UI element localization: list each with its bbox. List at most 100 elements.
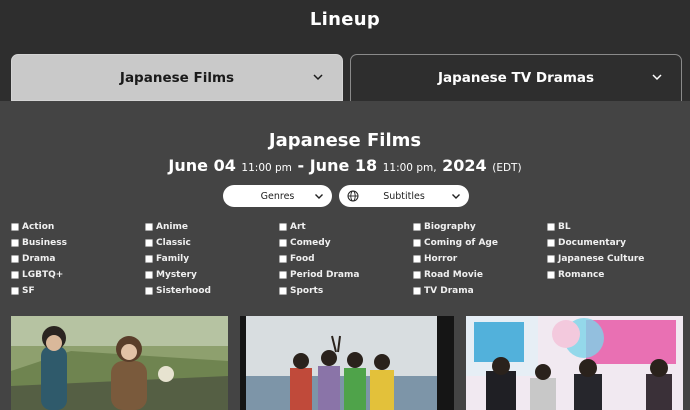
genre-option[interactable]: Sisterhood	[145, 285, 211, 297]
page-header: Lineup	[0, 0, 690, 54]
genre-checkbox[interactable]	[279, 287, 287, 295]
genre-option[interactable]: Documentary	[547, 237, 626, 249]
genre-label: SF	[22, 286, 35, 296]
genre-option[interactable]: Mystery	[145, 269, 197, 281]
genres-dropdown-label: Genres	[260, 190, 295, 202]
genre-label: Sisterhood	[156, 286, 211, 296]
tab-japanese-tv-dramas[interactable]: Japanese TV Dramas	[350, 54, 682, 101]
genre-option[interactable]: Comedy	[279, 237, 331, 249]
genre-option[interactable]: Art	[279, 221, 306, 233]
tab-label: Japanese TV Dramas	[437, 70, 595, 86]
start-date: June 04	[168, 156, 236, 175]
genre-checkbox[interactable]	[145, 255, 153, 263]
genre-checkbox[interactable]	[145, 287, 153, 295]
genre-label: Drama	[22, 254, 56, 264]
genre-checkbox[interactable]	[279, 223, 287, 231]
page-title: Lineup	[309, 9, 381, 30]
genre-option[interactable]: Drama	[11, 253, 55, 265]
genre-label: Documentary	[558, 238, 626, 248]
genre-checkbox[interactable]	[279, 271, 287, 279]
film-poster[interactable]	[466, 316, 683, 410]
poster-image	[466, 316, 683, 410]
genre-label: Classic	[156, 238, 191, 248]
genre-label: BL	[558, 222, 571, 232]
tab-bar: Japanese Films Japanese TV Dramas	[11, 54, 682, 101]
genre-option[interactable]: Family	[145, 253, 189, 265]
genre-checkbox[interactable]	[145, 223, 153, 231]
year: 2024	[442, 156, 487, 175]
genre-label: LGBTQ+	[22, 270, 64, 280]
genre-option[interactable]: Sports	[279, 285, 323, 297]
film-poster[interactable]	[11, 316, 228, 410]
genre-option[interactable]: Food	[279, 253, 315, 265]
genre-option[interactable]: Road Movie	[413, 269, 483, 281]
timezone: (EDT)	[492, 162, 522, 174]
genre-checkbox[interactable]	[413, 223, 421, 231]
end-time: 11:00 pm,	[382, 162, 437, 174]
genre-label: Road Movie	[424, 270, 483, 280]
genre-option[interactable]: Business	[11, 237, 67, 249]
section-title: Japanese Films	[268, 130, 422, 151]
genre-checkbox[interactable]	[547, 239, 555, 247]
genre-option[interactable]: Coming of Age	[413, 237, 498, 249]
genre-option[interactable]: BL	[547, 221, 571, 233]
tab-label: Japanese Films	[119, 69, 235, 86]
genre-checkbox[interactable]	[279, 239, 287, 247]
genre-checkbox[interactable]	[413, 239, 421, 247]
subtitles-dropdown-label: Subtitles	[383, 190, 425, 202]
genre-checkbox[interactable]	[413, 255, 421, 263]
genre-option[interactable]: Horror	[413, 253, 457, 265]
genre-checkbox[interactable]	[413, 287, 421, 295]
genre-checkbox[interactable]	[413, 271, 421, 279]
genre-option[interactable]: Romance	[547, 269, 604, 281]
film-poster[interactable]	[240, 316, 454, 410]
genre-checkbox[interactable]	[11, 223, 19, 231]
genre-option[interactable]: SF	[11, 285, 35, 297]
genre-label: Japanese Culture	[558, 254, 645, 264]
film-poster-row	[11, 316, 683, 410]
genre-option[interactable]: Period Drama	[279, 269, 359, 281]
genres-dropdown[interactable]: Genres	[223, 185, 332, 207]
subtitles-dropdown[interactable]: Subtitles	[339, 185, 469, 207]
genre-checkbox[interactable]	[11, 255, 19, 263]
genre-option[interactable]: LGBTQ+	[11, 269, 63, 281]
genre-option[interactable]: Anime	[145, 221, 188, 233]
genre-checkbox[interactable]	[145, 239, 153, 247]
genre-checkbox[interactable]	[279, 255, 287, 263]
genre-option[interactable]: Classic	[145, 237, 191, 249]
genre-checkbox[interactable]	[547, 271, 555, 279]
chevron-down-icon	[313, 74, 323, 81]
genre-option[interactable]: Japanese Culture	[547, 253, 644, 265]
genre-checkbox[interactable]	[11, 271, 19, 279]
lineup-panel: Japanese Films June 04 11:00 pm - June 1…	[0, 101, 690, 410]
chevron-down-icon	[652, 74, 662, 81]
genre-checkbox[interactable]	[11, 287, 19, 295]
chevron-down-icon	[452, 194, 460, 199]
genre-option[interactable]: Biography	[413, 221, 476, 233]
genre-checkbox[interactable]	[145, 271, 153, 279]
genre-label: Romance	[558, 270, 605, 280]
genre-option[interactable]: Action	[11, 221, 54, 233]
genre-label: Sports	[290, 286, 324, 296]
genre-checkbox[interactable]	[547, 223, 555, 231]
date-separator: -	[297, 156, 305, 175]
filter-bar: Genres Subtitles	[0, 185, 690, 207]
genre-label: Action	[22, 222, 55, 232]
genre-checkbox[interactable]	[547, 255, 555, 263]
start-time: 11:00 pm	[241, 162, 292, 174]
tab-japanese-films[interactable]: Japanese Films	[11, 54, 343, 101]
genre-label: Biography	[424, 222, 476, 232]
genre-option[interactable]: TV Drama	[413, 285, 474, 297]
genre-label: Art	[290, 222, 306, 232]
genre-label: Comedy	[290, 238, 331, 248]
genre-checkbox[interactable]	[11, 239, 19, 247]
end-date: June 18	[309, 156, 378, 175]
globe-icon	[347, 190, 359, 202]
chevron-down-icon	[315, 194, 323, 199]
genre-label: Family	[156, 254, 190, 264]
genre-label: Horror	[424, 254, 458, 264]
genre-label: Food	[290, 254, 315, 264]
date-range: June 04 11:00 pm - June 18 11:00 pm, 202…	[0, 156, 690, 175]
genre-label: Business	[22, 238, 67, 248]
genre-label: Coming of Age	[424, 238, 498, 248]
